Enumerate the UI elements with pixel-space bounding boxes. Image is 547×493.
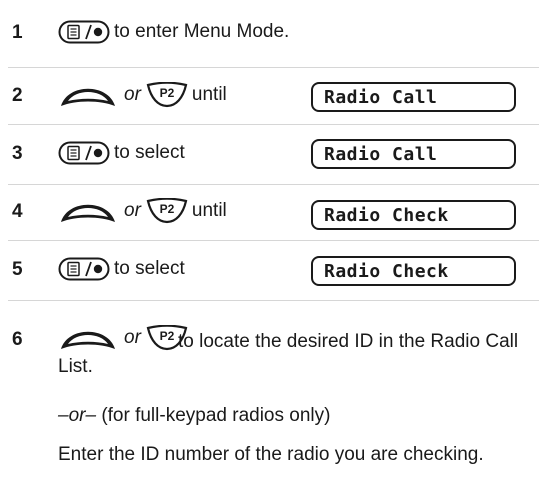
step-text: until <box>191 84 227 105</box>
step-5-row: to select <box>58 257 185 281</box>
step-6-text: to locate the desired ID in the Radio Ca… <box>58 331 519 377</box>
step-4-row: or until <box>58 197 227 225</box>
up-scroll-key-icon[interactable] <box>58 197 118 225</box>
step-number: 1 <box>12 22 23 43</box>
step-text: to select <box>114 142 185 163</box>
divider <box>8 300 539 301</box>
p2-key-icon[interactable] <box>146 198 188 224</box>
up-scroll-key-icon[interactable] <box>58 81 118 109</box>
step-text: to select <box>114 258 185 279</box>
menu-select-key-icon[interactable] <box>58 141 110 165</box>
step-number: 4 <box>12 201 23 222</box>
or-label: –or– <box>58 405 97 426</box>
enter-id-instruction: Enter the ID number of the radio you are… <box>58 444 484 465</box>
display-readout: Radio Check <box>311 200 516 230</box>
menu-select-key-icon[interactable] <box>58 20 110 44</box>
menu-select-key-icon[interactable] <box>58 257 110 281</box>
step-number: 6 <box>12 329 23 350</box>
divider <box>8 184 539 185</box>
step-text: until <box>191 200 227 221</box>
p2-key-icon[interactable] <box>146 82 188 108</box>
step-text: to enter Menu Mode. <box>114 21 290 42</box>
step-number: 5 <box>12 259 23 280</box>
step-2-row: or until <box>58 81 227 109</box>
divider <box>8 124 539 125</box>
display-readout: Radio Check <box>311 256 516 286</box>
divider <box>8 240 539 241</box>
or-word: or <box>124 200 141 221</box>
step-1-row: to enter Menu Mode. <box>58 20 289 44</box>
divider <box>8 67 539 68</box>
or-word: or <box>124 84 141 105</box>
alternative-note-text: (for full-keypad radios only) <box>101 405 331 426</box>
display-readout: Radio Call <box>311 82 516 112</box>
step-number: 2 <box>12 85 23 106</box>
step-3-row: to select <box>58 141 185 165</box>
display-readout: Radio Call <box>311 139 516 169</box>
alternative-note: –or– (for full-keypad radios only) <box>58 403 528 428</box>
step-number: 3 <box>12 143 23 164</box>
